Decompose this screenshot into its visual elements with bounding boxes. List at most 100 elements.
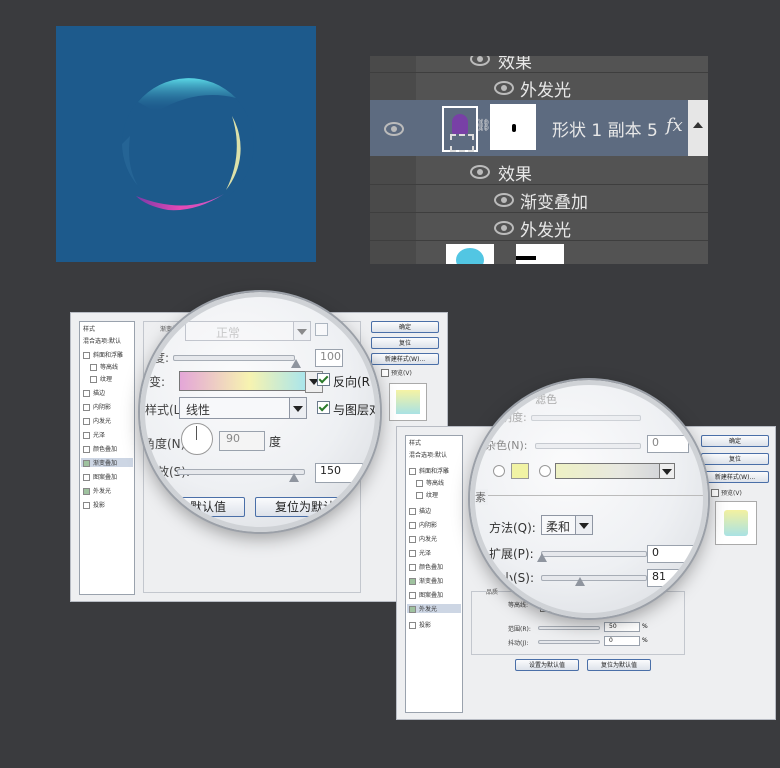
range-slider[interactable] xyxy=(538,626,600,630)
canvas-preview[interactable] xyxy=(56,26,316,262)
sidebar-item-inner-shadow[interactable]: 内阴影 xyxy=(409,520,437,529)
sidebar-item-drop-shadow[interactable]: 投影 xyxy=(83,500,105,509)
visibility-eye-icon[interactable] xyxy=(494,81,514,95)
noise-slider[interactable] xyxy=(535,443,641,449)
range-field[interactable]: 50 xyxy=(604,622,640,632)
sidebar-item-color-overlay[interactable]: 颜色叠加 xyxy=(83,444,117,453)
sidebar-item-stroke[interactable]: 描边 xyxy=(409,506,431,515)
visibility-eye-icon[interactable] xyxy=(384,122,404,136)
reset-default-button[interactable]: 复位为默认值 xyxy=(587,659,651,671)
layer-thumbnail xyxy=(446,244,494,264)
layer-effect-outer-glow-row[interactable]: 外发光 xyxy=(370,212,708,241)
sidebar-item-bevel[interactable]: 斜面和浮雕 xyxy=(83,350,123,359)
sidebar-item-pattern-overlay[interactable]: 图案叠加 xyxy=(409,590,443,599)
sidebar-item-inner-glow[interactable]: 内发光 xyxy=(409,534,437,543)
sidebar-item-texture[interactable]: 纹理 xyxy=(416,490,438,499)
noise-field[interactable]: 0 xyxy=(647,435,689,453)
styles-sidebar: 样式 混合选项:默认 斜面和浮雕 等高线 纹理 描边 内阴影 内发光 光泽 颜色… xyxy=(79,321,135,595)
bubble-artwork xyxy=(122,78,254,211)
opacity-slider-handle[interactable] xyxy=(291,359,301,368)
style-preview xyxy=(715,501,757,545)
angle-dial[interactable] xyxy=(181,423,213,455)
glow-gradient-picker[interactable] xyxy=(555,463,661,479)
size-slider-handle[interactable] xyxy=(575,577,585,586)
styles-sidebar: 样式 混合选项:默认 斜面和浮雕 等高线 纹理 描边 内阴影 内发光 光泽 颜色… xyxy=(405,435,463,713)
layer-mask-thumbnail xyxy=(516,244,564,264)
technique-select[interactable]: 柔和 xyxy=(541,515,593,535)
quality-title: 品质 xyxy=(486,587,499,596)
sidebar-item-drop-shadow[interactable]: 投影 xyxy=(409,620,431,629)
layer-effects-row[interactable]: 效果 xyxy=(370,56,708,73)
visibility-eye-icon[interactable] xyxy=(494,193,514,207)
scroll-up-icon[interactable] xyxy=(693,122,703,128)
opacity-slider[interactable] xyxy=(531,415,641,421)
sidebar-item-gradient-overlay[interactable]: 渐变叠加 xyxy=(409,576,443,585)
scrollbar[interactable] xyxy=(688,100,708,156)
sidebar-item-contour[interactable]: 等高线 xyxy=(90,362,118,371)
solid-color-radio[interactable] xyxy=(493,465,505,477)
sidebar-item-contour[interactable]: 等高线 xyxy=(416,478,444,487)
scale-slider[interactable] xyxy=(177,469,305,475)
new-style-button[interactable]: 新建样式(W)... xyxy=(371,353,439,365)
sidebar-item-gradient-overlay[interactable]: 渐变叠加 xyxy=(81,458,133,467)
angle-field[interactable]: 90 xyxy=(219,431,265,451)
sidebar-item-outer-glow[interactable]: 外发光 xyxy=(83,486,111,495)
link-chain-icon: ⛓ xyxy=(476,118,492,132)
reset-button[interactable]: 复位 xyxy=(701,453,769,465)
fx-icon[interactable]: fx xyxy=(666,115,683,136)
spread-label: 扩展(P): xyxy=(489,547,534,561)
noise-label: 杂色(N): xyxy=(485,439,528,452)
sidebar-item-bevel[interactable]: 斜面和浮雕 xyxy=(409,466,449,475)
set-default-button[interactable]: 设置为默认值 xyxy=(145,497,245,517)
visibility-eye-icon[interactable] xyxy=(494,221,514,235)
opacity-slider[interactable] xyxy=(173,355,295,361)
glow-color-swatch[interactable] xyxy=(511,463,529,479)
sidebar-item-satin[interactable]: 光泽 xyxy=(409,548,431,557)
sidebar-item-texture[interactable]: 纹理 xyxy=(90,374,112,383)
spread-slider[interactable] xyxy=(541,551,647,557)
reset-button[interactable]: 复位 xyxy=(371,337,439,349)
align-layer-label: 与图层对 xyxy=(333,403,380,417)
sidebar-item-inner-shadow[interactable]: 内阴影 xyxy=(83,402,111,411)
scale-slider-handle[interactable] xyxy=(289,473,299,482)
reset-default-button[interactable]: 复位为默认值 xyxy=(255,497,367,517)
scale-field[interactable]: 150 xyxy=(315,463,363,483)
new-style-button[interactable]: 新建样式(W)... xyxy=(701,471,769,483)
gradient-style-select[interactable]: 线性 xyxy=(179,397,307,419)
effect-label: 外发光 xyxy=(520,81,571,101)
glow-gradient-dropdown-icon[interactable] xyxy=(659,463,675,479)
spread-field[interactable]: 0 xyxy=(647,545,695,563)
gradient-radio[interactable] xyxy=(539,465,551,477)
gradient-picker[interactable] xyxy=(179,371,307,391)
sidebar-item-stroke[interactable]: 描边 xyxy=(83,388,105,397)
reverse-checkbox[interactable] xyxy=(317,373,330,386)
layer-effects-row[interactable]: 效果 xyxy=(370,156,708,185)
effect-label: 渐变叠加 xyxy=(520,193,588,213)
sidebar-item-pattern-overlay[interactable]: 图案叠加 xyxy=(83,472,117,481)
layer-name: 形状 1 副本 5 xyxy=(552,121,658,141)
visibility-eye-icon[interactable] xyxy=(470,56,490,66)
sidebar-item-blending[interactable]: 混合选项:默认 xyxy=(409,450,447,459)
opacity-field[interactable]: 100 xyxy=(315,349,343,367)
set-default-button[interactable]: 设置为默认值 xyxy=(515,659,579,671)
jitter-slider[interactable] xyxy=(538,640,600,644)
ok-button[interactable]: 确定 xyxy=(701,435,769,447)
sidebar-item-satin[interactable]: 光泽 xyxy=(83,430,105,439)
layers-panel: 效果 外发光 ⛓ 形状 1 副本 5 fx 效果 渐变叠加 外发光 xyxy=(370,56,708,264)
style-preview xyxy=(389,383,427,421)
layer-effect-gradient-overlay-row[interactable]: 渐变叠加 xyxy=(370,184,708,213)
layer-effect-outer-glow-row[interactable]: 外发光 xyxy=(370,72,708,101)
layer-shape-1-copy-5[interactable]: ⛓ 形状 1 副本 5 fx xyxy=(370,100,708,156)
visibility-eye-icon[interactable] xyxy=(470,165,490,179)
sidebar-item-outer-glow[interactable]: 外发光 xyxy=(407,604,461,613)
sidebar-item-inner-glow[interactable]: 内发光 xyxy=(83,416,111,425)
jitter-field[interactable]: 0 xyxy=(604,636,640,646)
sidebar-item-color-overlay[interactable]: 颜色叠加 xyxy=(409,562,443,571)
blend-mode-select[interactable]: 正常 xyxy=(185,321,311,341)
align-layer-checkbox[interactable] xyxy=(317,401,330,414)
size-field[interactable]: 81 xyxy=(647,569,695,587)
spread-slider-handle[interactable] xyxy=(537,553,547,562)
size-slider[interactable] xyxy=(541,575,647,581)
sidebar-item-blending[interactable]: 混合选项:默认 xyxy=(83,336,121,345)
ok-button[interactable]: 确定 xyxy=(371,321,439,333)
